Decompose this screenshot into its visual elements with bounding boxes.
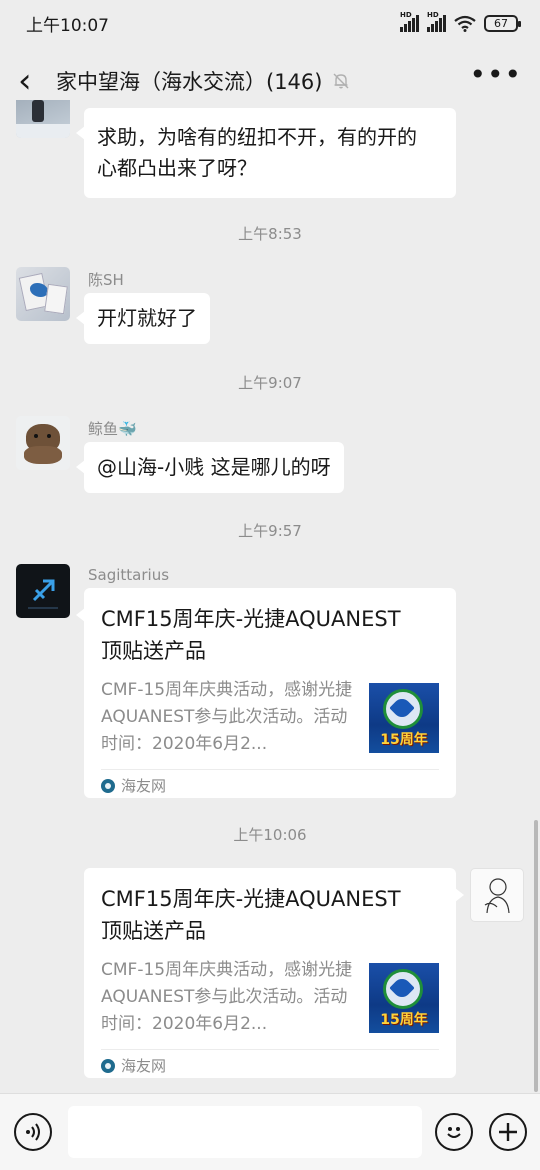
emoji-icon (447, 1127, 461, 1138)
sagittarius-icon (28, 579, 58, 609)
avatar[interactable] (16, 100, 70, 138)
sender-name: Sagittarius (88, 566, 170, 584)
source-logo-icon (101, 1058, 115, 1073)
status-time: 上午10:07 (26, 15, 109, 36)
source-logo-icon (101, 778, 115, 793)
back-button[interactable]: ‹ (18, 64, 48, 98)
link-card[interactable]: CMF15周年庆-光捷AQUANEST 顶贴送产品 CMF-15周年庆典活动，感… (84, 868, 464, 1081)
status-icons: HD HD 67 (400, 11, 521, 32)
plus-button[interactable] (489, 1113, 527, 1151)
signal-icon-2: HD (427, 11, 446, 32)
wifi-icon (454, 15, 476, 32)
chat-messages[interactable]: 求助，为啥有的纽扣不开，有的开的 心都凸出来了呀？ 上午8:53 陈SH 开灯就… (0, 100, 540, 1093)
sender-name: 鲸鱼🐳 (88, 420, 137, 438)
message-bubble[interactable]: @山海-小贱 这是哪儿的呀 (76, 442, 344, 493)
status-bar: 上午10:07 HD HD 67 (0, 0, 540, 46)
emoji-button[interactable] (435, 1113, 473, 1151)
avatar[interactable] (16, 416, 70, 470)
chat-title[interactable]: 家中望海（海水交流）(146) (56, 66, 322, 96)
sketch-avatar-icon (484, 878, 510, 914)
input-bar (0, 1093, 540, 1170)
timestamp: 上午9:57 (238, 522, 302, 540)
card-title: CMF15周年庆-光捷AQUANEST 顶贴送产品 (101, 607, 401, 663)
card-thumbnail: 15周年 (369, 683, 439, 753)
avatar[interactable] (16, 267, 70, 321)
mute-bell-icon (333, 73, 349, 89)
scrollbar[interactable] (534, 820, 538, 1092)
voice-icon (26, 1123, 40, 1141)
card-title: CMF15周年庆-光捷AQUANEST 顶贴送产品 (101, 887, 401, 943)
battery-icon: 67 (484, 14, 521, 32)
card-source: 海友网 (101, 1049, 439, 1081)
card-body: CMF-15周年庆典活动，感谢光捷AQUANEST参与此次活动。活动时间：202… (101, 957, 439, 1039)
card-body: CMF-15周年庆典活动，感谢光捷AQUANEST参与此次活动。活动时间：202… (101, 677, 439, 759)
timestamp: 上午9:07 (238, 374, 302, 392)
signal-icon: HD (400, 11, 419, 32)
timestamp: 上午8:53 (238, 225, 302, 243)
message-input[interactable] (68, 1106, 422, 1158)
avatar[interactable] (470, 868, 524, 922)
message-bubble[interactable]: 求助，为啥有的纽扣不开，有的开的 心都凸出来了呀？ (76, 108, 456, 198)
card-description: CMF-15周年庆典活动，感谢光捷AQUANEST参与此次活动。活动时间：202… (101, 960, 353, 1035)
card-source: 海友网 (101, 769, 439, 801)
voice-button[interactable] (14, 1113, 52, 1151)
message-bubble[interactable]: 开灯就好了 (76, 293, 210, 344)
card-description: CMF-15周年庆典活动，感谢光捷AQUANEST参与此次活动。活动时间：202… (101, 680, 353, 755)
timestamp: 上午10:06 (233, 826, 307, 844)
more-options-button[interactable]: ••• (469, 61, 522, 101)
plus-icon (499, 1123, 517, 1141)
link-card[interactable]: CMF15周年庆-光捷AQUANEST 顶贴送产品 CMF-15周年庆典活动，感… (76, 588, 456, 801)
sender-name: 陈SH (88, 271, 124, 289)
card-thumbnail: 15周年 (369, 963, 439, 1033)
avatar[interactable] (16, 564, 70, 618)
